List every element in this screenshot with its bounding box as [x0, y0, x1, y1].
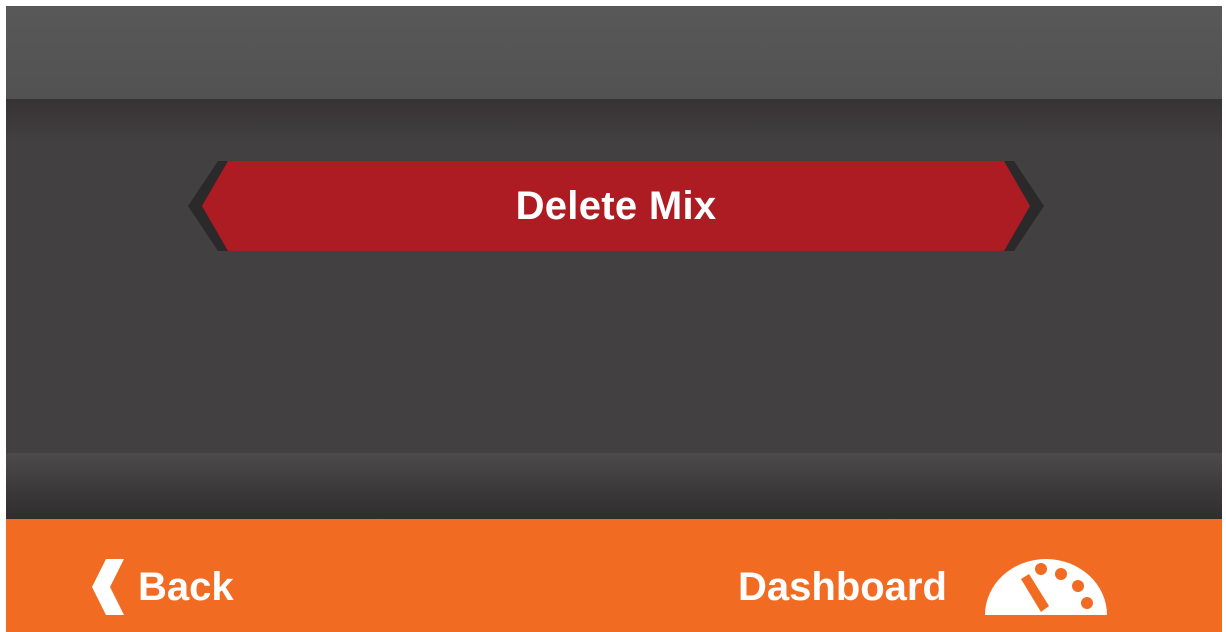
back-label: Back: [138, 564, 234, 609]
delete-mix-label: Delete Mix: [515, 183, 717, 228]
main-content: Delete Mix: [6, 99, 1222, 453]
dashboard-button[interactable]: Dashboard: [738, 559, 1109, 615]
header-bar: [6, 6, 1222, 99]
delete-mix-button-face: Delete Mix: [202, 161, 1030, 251]
back-button[interactable]: Back: [90, 559, 234, 615]
gauge-icon: [984, 559, 1107, 615]
footer-bar: Back Dashboard: [6, 519, 1222, 632]
footer-shadow: [6, 453, 1222, 519]
dashboard-label: Dashboard: [738, 564, 947, 609]
chevron-left-icon: [92, 559, 124, 615]
screen: Delete Mix Back Dashboard: [6, 6, 1222, 632]
delete-mix-button[interactable]: Delete Mix: [188, 161, 1044, 251]
